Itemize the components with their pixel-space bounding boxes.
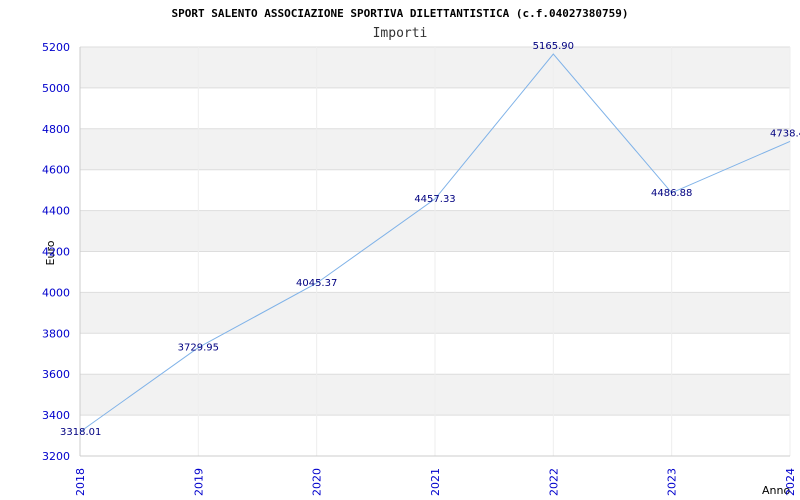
y-tick-label: 4400 (42, 205, 70, 218)
y-tick-label: 3800 (42, 327, 70, 340)
y-tick-label: 4200 (42, 246, 70, 259)
x-tick-label: 2023 (666, 468, 679, 496)
x-tick-labels: 2018 2019 2020 2021 2022 2023 2024 (74, 468, 797, 496)
y-tick-label: 3400 (42, 409, 70, 422)
y-tick-label: 4600 (42, 164, 70, 177)
line-chart: SPORT SALENTO ASSOCIAZIONE SPORTIVA DILE… (42, 7, 800, 497)
x-tick-label: 2024 (784, 468, 797, 496)
x-tick-label: 2022 (547, 468, 560, 496)
y-tick-label: 5200 (42, 41, 70, 54)
chart-subtitle: Importi (373, 26, 428, 41)
y-tick-label: 4800 (42, 123, 70, 136)
y-tick-label: 3200 (42, 450, 70, 463)
x-tick-label: 2021 (429, 468, 442, 496)
y-tick-label: 4000 (42, 286, 70, 299)
x-tick-label: 2018 (74, 468, 87, 496)
x-tick-label: 2019 (192, 468, 205, 496)
data-label: 4738.4 (770, 128, 800, 139)
x-tick-label: 2020 (311, 468, 324, 496)
chart-title: SPORT SALENTO ASSOCIAZIONE SPORTIVA DILE… (172, 7, 629, 20)
data-label: 4457.33 (414, 194, 455, 205)
data-label: 3729.95 (178, 343, 219, 354)
y-tick-labels: 3200 3400 3600 3800 4000 4200 4400 4600 4800 5000… (42, 41, 70, 463)
y-tick-label: 5000 (42, 82, 70, 95)
data-label: 4486.88 (651, 188, 692, 199)
data-label: 4045.37 (296, 278, 337, 289)
data-label: 3318.01 (60, 427, 101, 438)
y-tick-label: 3600 (42, 368, 70, 381)
data-label: 5165.90 (533, 41, 574, 52)
